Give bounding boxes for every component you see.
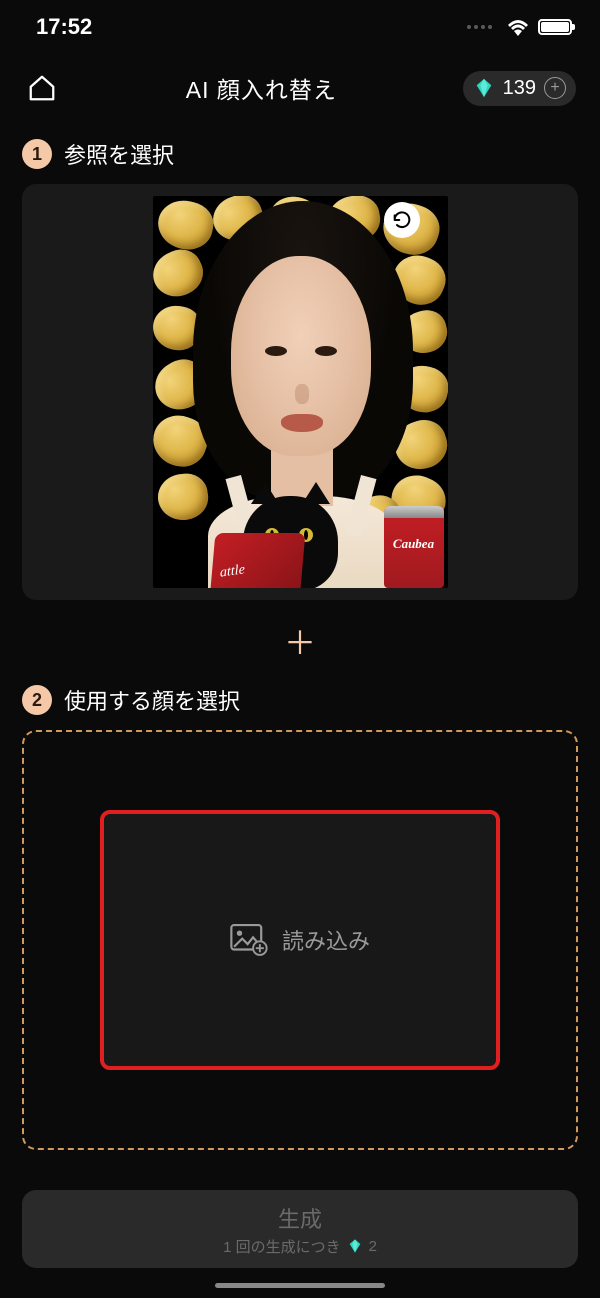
step1-number: 1 [22, 139, 52, 169]
gem-icon [473, 77, 495, 99]
step2-label: 使用する顔を選択 [64, 684, 240, 716]
home-icon [27, 73, 57, 103]
reference-image: attle Caubea [153, 196, 448, 588]
home-button[interactable] [24, 70, 60, 106]
status-right [467, 18, 572, 36]
add-credits-icon[interactable]: + [544, 77, 566, 99]
reset-image-button[interactable] [384, 202, 420, 238]
wifi-icon [506, 18, 530, 36]
generate-button[interactable]: 生成 1 回の生成につき 2 [22, 1190, 578, 1268]
cellular-dots-icon [467, 25, 492, 29]
reference-image-card[interactable]: attle Caubea [22, 184, 578, 600]
credits-pill[interactable]: 139 + [463, 71, 576, 106]
app-header: AI 顔入れ替え 139 + [0, 58, 600, 118]
generate-cost: 1 回の生成につき 2 [223, 1236, 377, 1257]
image-add-icon [230, 923, 268, 957]
can-text: Caubea [384, 536, 444, 552]
bag-text: attle [219, 562, 245, 581]
step1-header: 1 参照を選択 [22, 138, 578, 170]
credits-value: 139 [503, 77, 536, 100]
step1-label: 参照を選択 [64, 138, 174, 170]
plus-separator: ＋ [22, 618, 578, 664]
battery-icon [538, 19, 572, 35]
page-title: AI 顔入れ替え [186, 71, 337, 105]
upload-button[interactable]: 読み込み [100, 810, 500, 1070]
face-upload-area[interactable]: 読み込み [22, 730, 578, 1150]
gem-small-icon [347, 1238, 363, 1254]
step2-header: 2 使用する顔を選択 [22, 684, 578, 716]
status-time: 17:52 [36, 14, 92, 40]
rotate-ccw-icon [391, 209, 413, 231]
step2-number: 2 [22, 685, 52, 715]
upload-label: 読み込み [282, 924, 370, 956]
home-indicator[interactable] [215, 1283, 385, 1288]
status-bar: 17:52 [0, 0, 600, 54]
generate-label: 生成 [278, 1202, 322, 1234]
